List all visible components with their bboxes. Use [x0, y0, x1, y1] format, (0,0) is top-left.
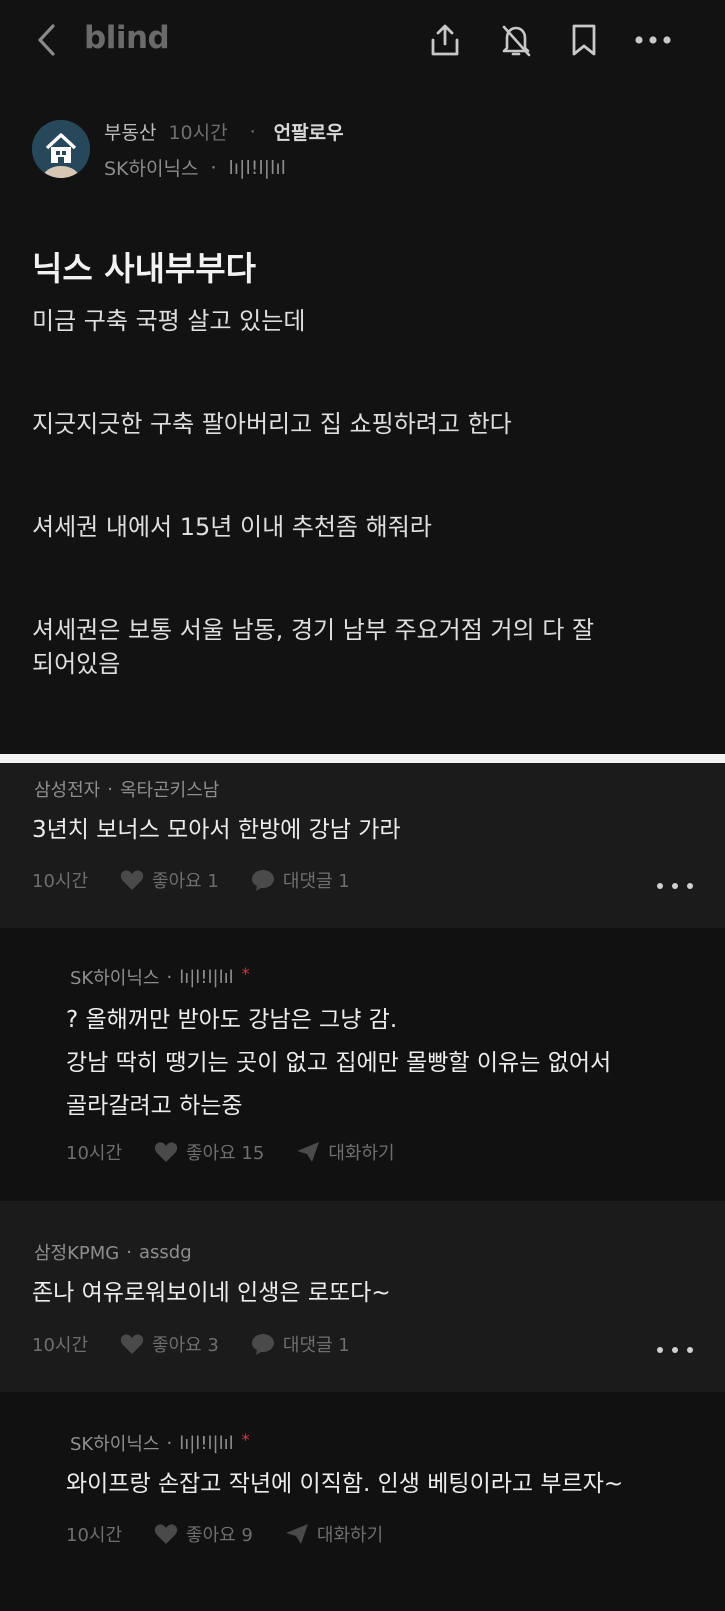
comment-company: 삼성전자	[34, 780, 101, 801]
like-button[interactable]: 좋아요 1	[120, 867, 219, 893]
comment: 삼정KPMG · assdg 존나 여유로워보이네 인생은 로또다~ 10시간 …	[0, 1201, 725, 1392]
comment-line: 존나 여유로워보이네 인생은 로또다~	[32, 1280, 391, 1306]
comment-line: 골라갈려고 하는중	[66, 1093, 243, 1119]
like-button[interactable]: 좋아요 15	[154, 1139, 264, 1165]
comment-line: 강남 딱히 땡기는 곳이 없고 집에만 몰빵할 이유는 없어서	[66, 1050, 612, 1076]
notification-off-icon[interactable]	[494, 18, 538, 62]
post-author: SK하이닉스 · lı|l!l|lıl	[104, 154, 286, 181]
comment-actions: 10시간 좋아요 9 대화하기	[66, 1521, 383, 1547]
comment-line: ? 올해꺼만 받아도 강남은 그냥 감.	[66, 1007, 398, 1033]
speech-bubble-icon	[251, 870, 274, 891]
post: 부동산 10시간 · 언팔로우 SK하이닉스 · lı|l!l|lıl 닉스 사…	[0, 84, 725, 754]
comment-line: 와이프랑 손잡고 작년에 이직함. 인생 베팅이라고 부르자~	[66, 1471, 624, 1497]
comment-text: 존나 여유로워보이네 인생은 로또다~	[32, 1272, 391, 1315]
bookmark-icon[interactable]	[562, 18, 606, 62]
reply-button[interactable]: 대댓글 1	[251, 867, 350, 893]
comment-author: SK하이닉스 · lı|l!l|lıl *	[70, 1430, 250, 1456]
reply-button[interactable]: 대댓글 1	[251, 1331, 350, 1357]
avatar[interactable]	[32, 120, 90, 178]
comment-text: 3년치 보너스 모아서 한방에 강남 가라	[32, 809, 401, 852]
comment-company: SK하이닉스	[70, 1434, 160, 1455]
comment-actions: 10시간 좋아요 3 대댓글 1	[32, 1331, 350, 1357]
post-meta: 부동산 10시간 · 언팔로우	[104, 118, 344, 145]
comment: 삼성전자 · 옥타곤키스남 3년치 보너스 모아서 한방에 강남 가라 10시간…	[0, 763, 725, 928]
separator-dot: ·	[126, 1241, 132, 1263]
comment-nickname: 옥타곤키스남	[119, 780, 220, 801]
comment-time: 10시간	[32, 871, 89, 892]
post-title: 닉스 사내부부다	[32, 249, 257, 288]
section-divider	[0, 754, 725, 763]
separator-dot: ·	[166, 966, 173, 988]
send-icon	[297, 1142, 320, 1162]
chat-label: 대화하기	[328, 1143, 395, 1164]
send-icon	[285, 1524, 308, 1544]
comment-author: SK하이닉스 · lı|l!l|lıl *	[70, 964, 250, 990]
post-category[interactable]: 부동산	[104, 118, 156, 145]
comment-author: 삼정KPMG · assdg	[34, 1239, 192, 1265]
heart-icon	[154, 1142, 178, 1162]
comment-author: 삼성전자 · 옥타곤키스남	[34, 776, 219, 802]
separator-dot: ·	[249, 120, 256, 143]
post-paragraph: 셔세권 내에서 15년 이내 추천좀 해줘라	[32, 513, 432, 541]
chat-button[interactable]: 대화하기	[285, 1521, 383, 1547]
comment-time: 10시간	[32, 1335, 89, 1356]
author-company: SK하이닉스	[104, 158, 199, 180]
post-body: 미금 구축 국평 살고 있는데 지긋지긋한 구축 팔아버리고 집 쇼핑하려고 한…	[32, 304, 692, 681]
more-options-icon[interactable]	[631, 18, 675, 62]
like-button[interactable]: 좋아요 9	[154, 1521, 253, 1547]
top-bar: blind	[0, 0, 725, 84]
comment-text: 와이프랑 손잡고 작년에 이직함. 인생 베팅이라고 부르자~	[66, 1463, 623, 1506]
separator-dot: ·	[210, 156, 217, 179]
like-count: 좋아요 3	[152, 1335, 219, 1356]
comment-more-icon[interactable]	[657, 1340, 693, 1360]
reply-count: 대댓글 1	[282, 1335, 350, 1356]
comment-actions: 10시간 좋아요 15 대화하기	[66, 1139, 395, 1165]
post-time: 10시간	[168, 122, 228, 144]
chat-label: 대화하기	[316, 1525, 384, 1546]
reply: SK하이닉스 · lı|l!l|lıl * 와이프랑 손잡고 작년에 이직함. …	[0, 1392, 725, 1611]
post-paragraph: 지긋지긋한 구축 팔아버리고 집 쇼핑하려고 한다	[32, 410, 512, 438]
share-icon[interactable]	[423, 18, 467, 62]
heart-icon	[120, 1334, 144, 1354]
comment-company: 삼정KPMG	[34, 1243, 120, 1264]
separator-dot: ·	[107, 778, 113, 800]
like-button[interactable]: 좋아요 3	[120, 1331, 219, 1357]
comment-nickname: assdg	[139, 1241, 192, 1263]
reply: SK하이닉스 · lı|l!l|lıl * ? 올해꺼만 받아도 강남은 그냥 …	[0, 928, 725, 1200]
comment-time: 10시간	[66, 1525, 123, 1546]
comment-nickname: lı|l!l|lıl	[179, 1432, 234, 1454]
comment-more-icon[interactable]	[657, 876, 693, 896]
comment-actions: 10시간 좋아요 1 대댓글 1	[32, 867, 350, 893]
chat-button[interactable]: 대화하기	[296, 1139, 395, 1165]
separator-dot: ·	[166, 1432, 173, 1454]
reply-count: 대댓글 1	[282, 871, 350, 892]
comment-time: 10시간	[66, 1143, 123, 1164]
back-icon[interactable]	[24, 18, 68, 62]
heart-icon	[154, 1524, 178, 1544]
like-count: 좋아요 9	[186, 1525, 253, 1546]
like-count: 좋아요 15	[186, 1143, 265, 1164]
app-logo: blind	[84, 20, 170, 56]
heart-icon	[120, 870, 144, 890]
comment-nickname: lı|l!l|lıl	[179, 966, 234, 988]
comment-company: SK하이닉스	[70, 968, 160, 989]
author-mark: *	[241, 1429, 250, 1449]
comment-line: 3년치 보너스 모아서 한방에 강남 가라	[32, 817, 401, 843]
speech-bubble-icon	[251, 1334, 274, 1355]
post-paragraph: 미금 구축 국평 살고 있는데	[32, 307, 306, 335]
unfollow-button[interactable]: 언팔로우	[274, 118, 344, 145]
post-paragraph: 셔세권은 보통 서울 남동, 경기 남부 주요거점 거의 다 잘 되어있음	[32, 616, 595, 678]
author-nickname: lı|l!l|lıl	[228, 156, 286, 179]
like-count: 좋아요 1	[152, 871, 219, 892]
comment-text: ? 올해꺼만 받아도 강남은 그냥 감. 강남 딱히 땡기는 곳이 없고 집에만…	[66, 999, 611, 1128]
author-mark: *	[241, 963, 250, 983]
